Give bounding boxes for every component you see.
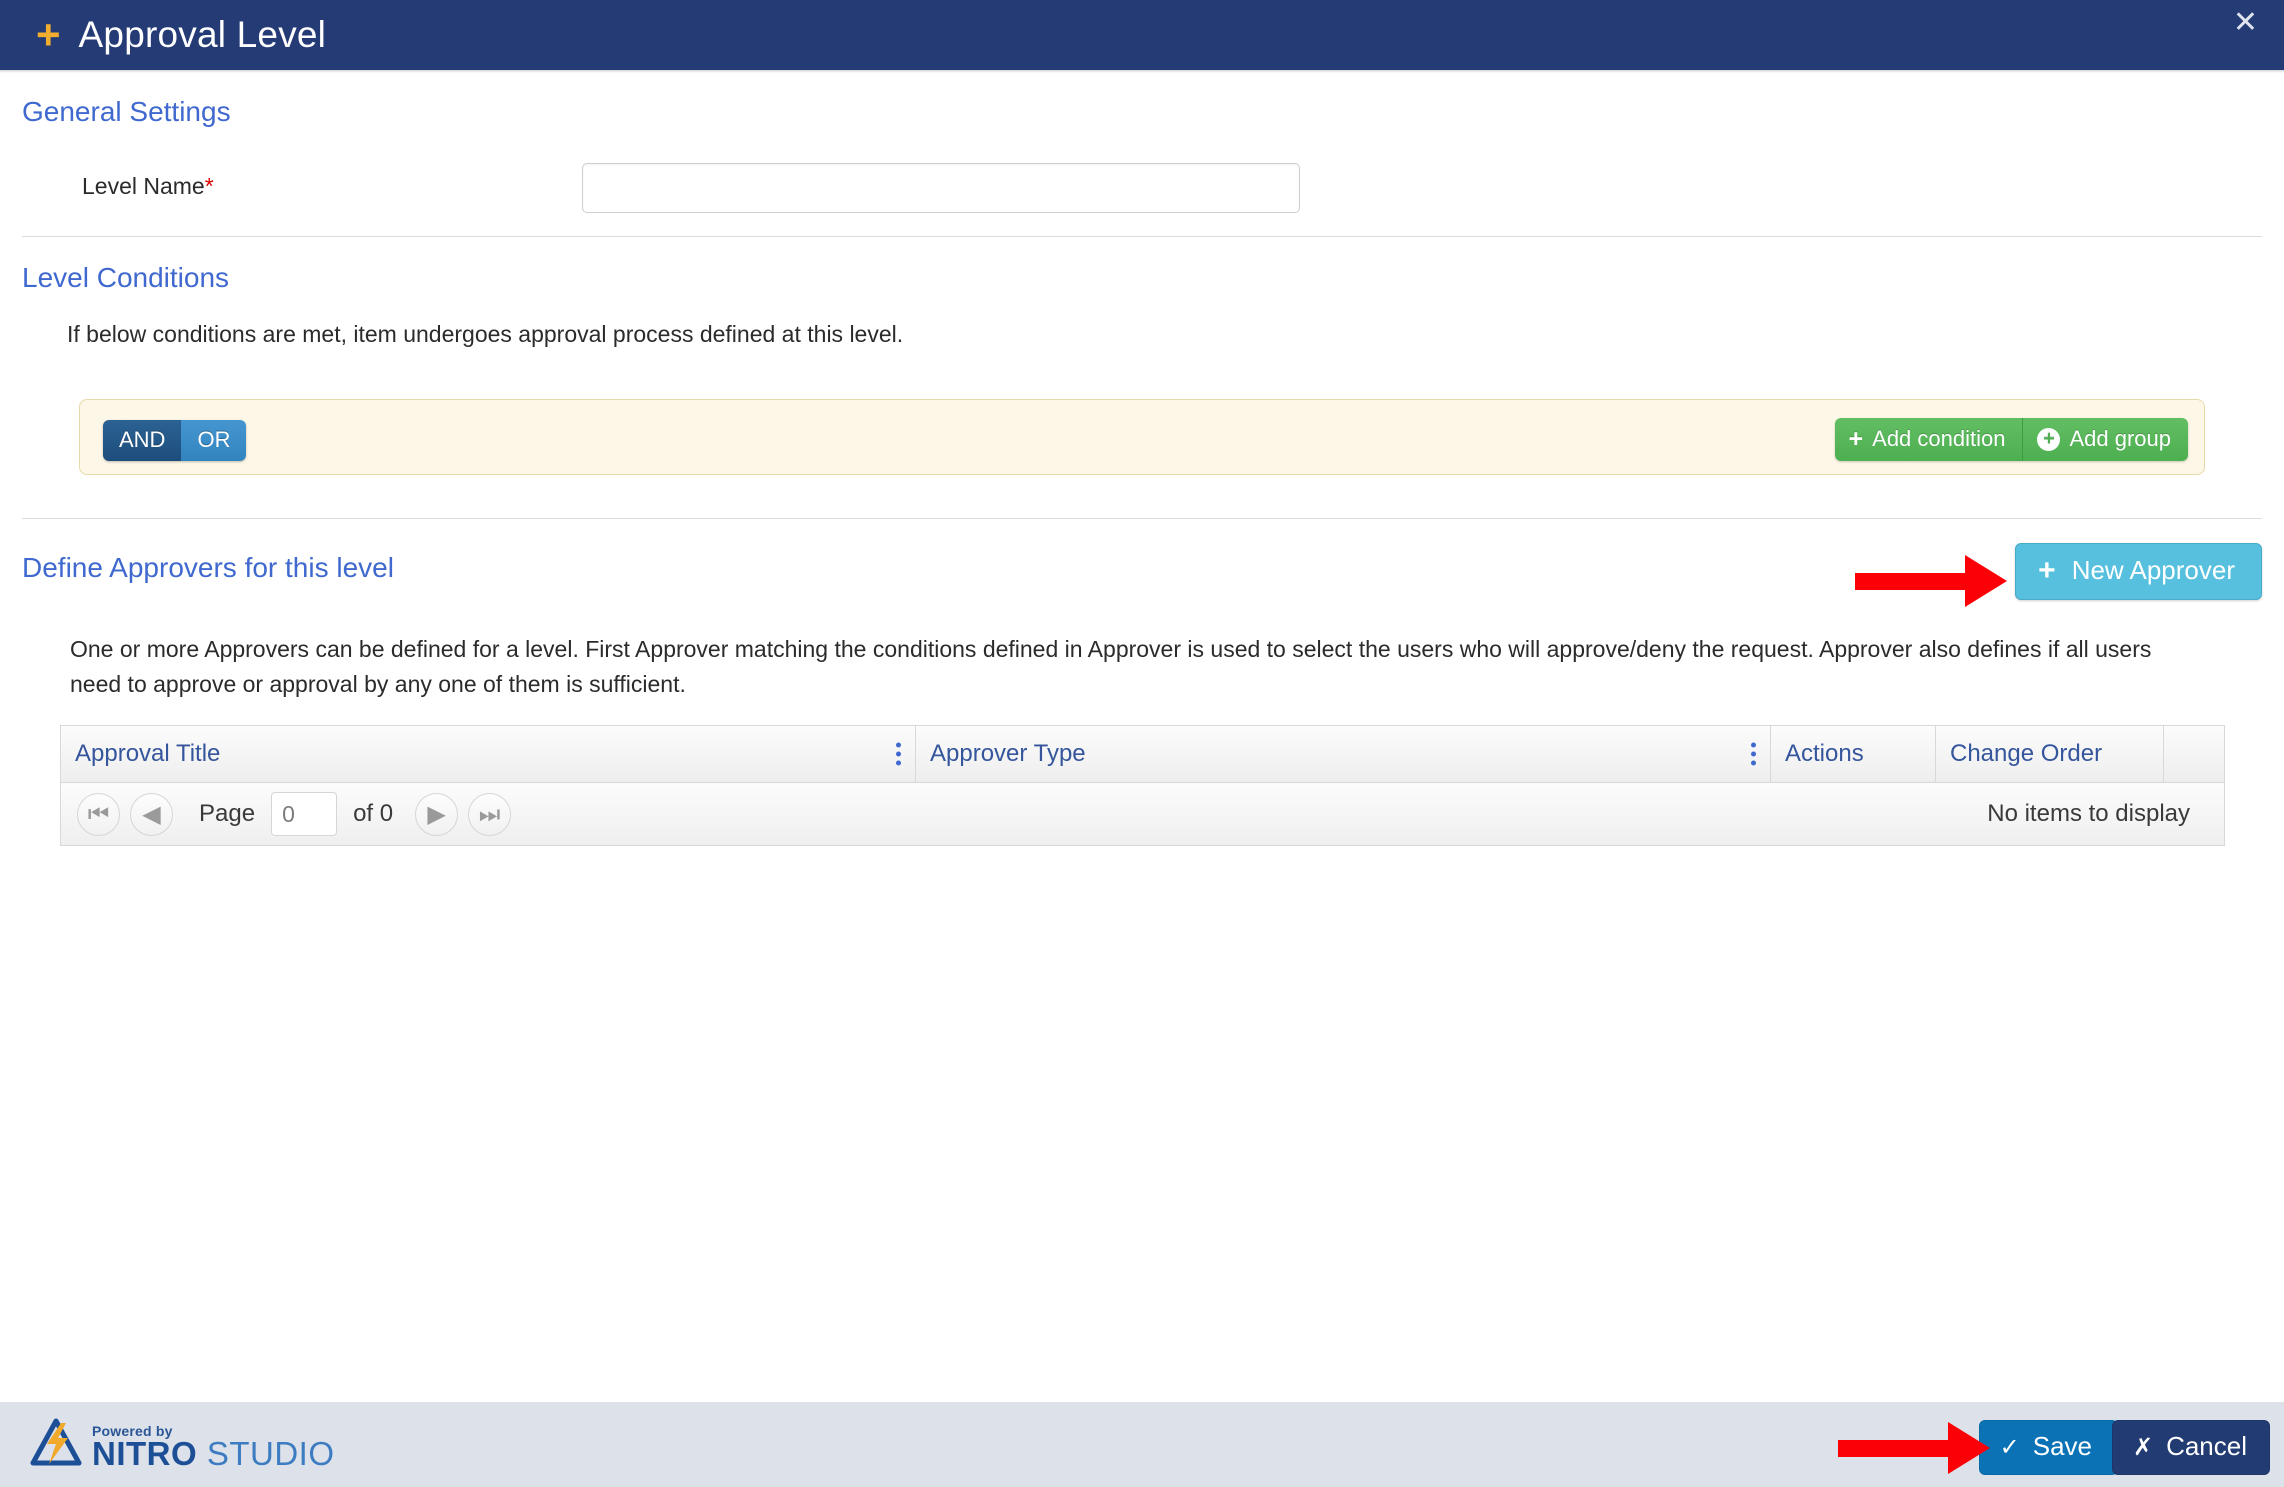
- grid-empty-message: No items to display: [1987, 800, 2190, 827]
- pager-last-button[interactable]: ⏭: [468, 792, 512, 836]
- pager-total-pages: of 0: [353, 800, 394, 827]
- logo-studio-sep: [197, 1435, 207, 1472]
- column-header-actions[interactable]: Actions: [1771, 726, 1936, 782]
- page-title: Approval Level: [78, 14, 327, 55]
- column-menu-icon[interactable]: [896, 742, 901, 766]
- condition-builder: AND OR + Add condition + Add group: [79, 399, 2205, 475]
- pager-prev-button[interactable]: ◀: [130, 792, 173, 836]
- nitro-studio-logo: Powered by NITRO STUDIO: [30, 1418, 335, 1470]
- level-name-label-text: Level Name: [82, 173, 205, 199]
- condition-actions: + Add condition + Add group: [1834, 418, 2188, 461]
- annotation-arrow-save: [1838, 1422, 1993, 1474]
- column-header-approval-title[interactable]: Approval Title: [61, 726, 916, 782]
- operator-and-button[interactable]: AND: [103, 420, 182, 461]
- add-condition-label: Add condition: [1872, 426, 2006, 451]
- arrow-head: [1948, 1422, 1990, 1474]
- grid-pager: ⏮ ◀ Page of 0 ▶ ⏭ No items to display: [61, 782, 2224, 845]
- approval-level-dialog: + Approval Level ✕ General Settings Leve…: [0, 0, 2284, 1487]
- approvers-help-text: One or more Approvers can be defined for…: [70, 636, 2152, 697]
- section-heading-level-conditions: Level Conditions: [22, 262, 230, 293]
- plus-icon: +: [2038, 553, 2056, 587]
- logo-studio: STUDIO: [206, 1435, 335, 1472]
- save-button[interactable]: ✓ Save: [1978, 1420, 2118, 1475]
- plus-icon: +: [36, 11, 61, 58]
- nitro-logo-mark-icon: [30, 1418, 82, 1468]
- pager-first-button[interactable]: ⏮: [77, 792, 120, 836]
- grid-header-row: Approval Title Approver Type Actions Cha…: [61, 726, 2224, 782]
- and-or-toggle: AND OR: [103, 420, 247, 461]
- cancel-label: Cancel: [2166, 1431, 2247, 1461]
- save-label: Save: [2032, 1431, 2092, 1461]
- cancel-button[interactable]: ✗ Cancel: [2111, 1420, 2270, 1475]
- column-menu-icon[interactable]: [1751, 742, 1756, 766]
- level-name-label: Level Name*: [82, 173, 214, 200]
- section-heading-general-settings: General Settings: [22, 96, 231, 127]
- section-divider-1: [22, 236, 2262, 237]
- plus-icon: +: [1848, 424, 1864, 453]
- dialog-titlebar: + Approval Level ✕: [0, 0, 2284, 70]
- new-approver-label: New Approver: [2071, 555, 2235, 585]
- nitro-logo-text: Powered by NITRO STUDIO: [92, 1423, 335, 1470]
- add-group-label: Add group: [2069, 426, 2171, 451]
- column-header-label: Approver Type: [930, 740, 1086, 767]
- logo-nitro: NITRO: [92, 1435, 198, 1472]
- check-icon: ✓: [1999, 1432, 2020, 1461]
- arrow-shaft: [1855, 573, 1973, 590]
- new-approver-button[interactable]: + New Approver: [2015, 543, 2262, 600]
- column-header-change-order[interactable]: Change Order: [1936, 726, 2164, 782]
- arrow-shaft: [1838, 1440, 1956, 1457]
- pager-next-button[interactable]: ▶: [415, 792, 459, 836]
- logo-wordmark: NITRO STUDIO: [92, 1437, 335, 1470]
- section-divider-2: [22, 518, 2262, 519]
- approvers-grid: Approval Title Approver Type Actions Cha…: [60, 725, 2225, 846]
- level-name-row: Level Name*: [0, 163, 2284, 219]
- annotation-arrow-new-approver: [1855, 555, 2010, 607]
- column-header-label: Actions: [1785, 740, 1864, 767]
- pager-page-input[interactable]: [271, 792, 338, 836]
- add-group-button[interactable]: + Add group: [2022, 418, 2188, 461]
- level-name-input[interactable]: [582, 163, 1300, 213]
- operator-or-button[interactable]: OR: [181, 420, 247, 461]
- section-heading-define-approvers: Define Approvers for this level: [22, 552, 394, 583]
- column-header-approver-type[interactable]: Approver Type: [916, 726, 1771, 782]
- close-icon[interactable]: ✕: [2233, 8, 2258, 38]
- arrow-head: [1965, 555, 2007, 607]
- plus-circle-icon: +: [2037, 427, 2061, 451]
- column-header-filler: [2164, 726, 2224, 782]
- pager-page-label: Page: [199, 800, 256, 827]
- close-icon: ✗: [2132, 1432, 2154, 1461]
- level-conditions-help-text: If below conditions are met, item underg…: [67, 321, 904, 347]
- add-condition-button[interactable]: + Add condition: [1834, 418, 2023, 461]
- column-header-label: Approval Title: [75, 740, 221, 767]
- titlebar-shadow: [0, 70, 2284, 73]
- column-header-label: Change Order: [1950, 740, 2103, 767]
- required-marker: *: [204, 173, 214, 199]
